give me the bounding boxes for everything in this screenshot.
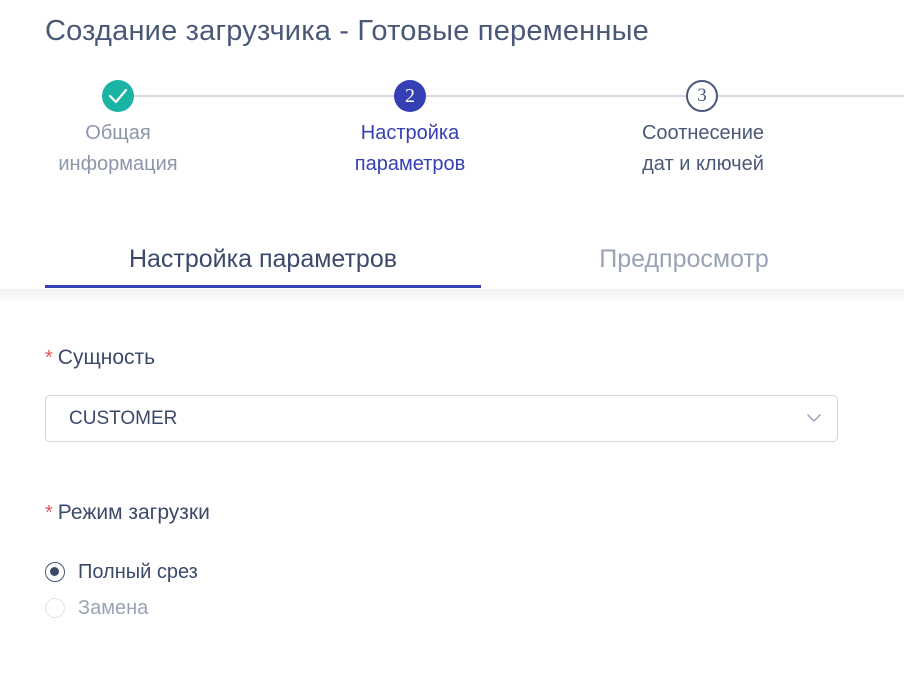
page-title: Создание загрузчика - Готовые переменные xyxy=(45,15,649,47)
load-mode-field-label: * Режим загрузки xyxy=(45,501,210,525)
step-connector xyxy=(410,95,702,97)
step-2-label: Настройка параметров xyxy=(310,118,510,180)
step-1-label-line2: информация xyxy=(58,153,178,175)
entity-select-value: CUSTOMER xyxy=(69,408,178,429)
tab-bar-shadow xyxy=(0,289,904,303)
required-mark: * xyxy=(45,347,53,369)
radio-replace-label: Замена xyxy=(78,596,149,619)
radio-full-snapshot-label: Полный срез xyxy=(78,560,198,583)
entity-field-label: * Сущность xyxy=(45,346,155,370)
radio-replace[interactable] xyxy=(45,598,65,618)
entity-select[interactable]: CUSTOMER xyxy=(45,395,838,442)
step-connector xyxy=(118,95,410,97)
check-icon xyxy=(108,88,128,104)
step-3-label: Соотнесение дат и ключей xyxy=(603,118,803,180)
step-2-circle[interactable]: 2 xyxy=(394,80,426,112)
active-tab-indicator xyxy=(45,285,481,288)
step-3-label-line2: дат и ключей xyxy=(642,153,764,175)
chevron-down-icon xyxy=(807,414,821,422)
step-3-circle[interactable]: 3 xyxy=(686,80,718,112)
radio-full-snapshot[interactable] xyxy=(45,562,65,582)
step-3-label-line1: Соотнесение xyxy=(641,122,765,144)
radio-option-full-snapshot[interactable]: Полный срез xyxy=(45,560,198,584)
step-connector xyxy=(702,95,904,97)
step-2-label-line1: Настройка xyxy=(360,122,460,144)
step-2-label-line2: параметров xyxy=(354,153,466,175)
step-1-label: Общая информация xyxy=(18,118,218,180)
required-mark: * xyxy=(45,502,53,524)
loader-creation-page: Создание загрузчика - Готовые переменные… xyxy=(0,0,904,689)
load-mode-label-text: Режим загрузки xyxy=(57,501,210,524)
radio-option-replace[interactable]: Замена xyxy=(45,596,148,620)
entity-label-text: Сущность xyxy=(57,346,156,369)
tab-parameters-settings[interactable]: Настройка параметров xyxy=(45,245,481,285)
tab-preview[interactable]: Предпросмотр xyxy=(481,245,887,285)
step-1-label-line1: Общая xyxy=(85,122,151,144)
step-1-done-circle[interactable] xyxy=(102,80,134,112)
